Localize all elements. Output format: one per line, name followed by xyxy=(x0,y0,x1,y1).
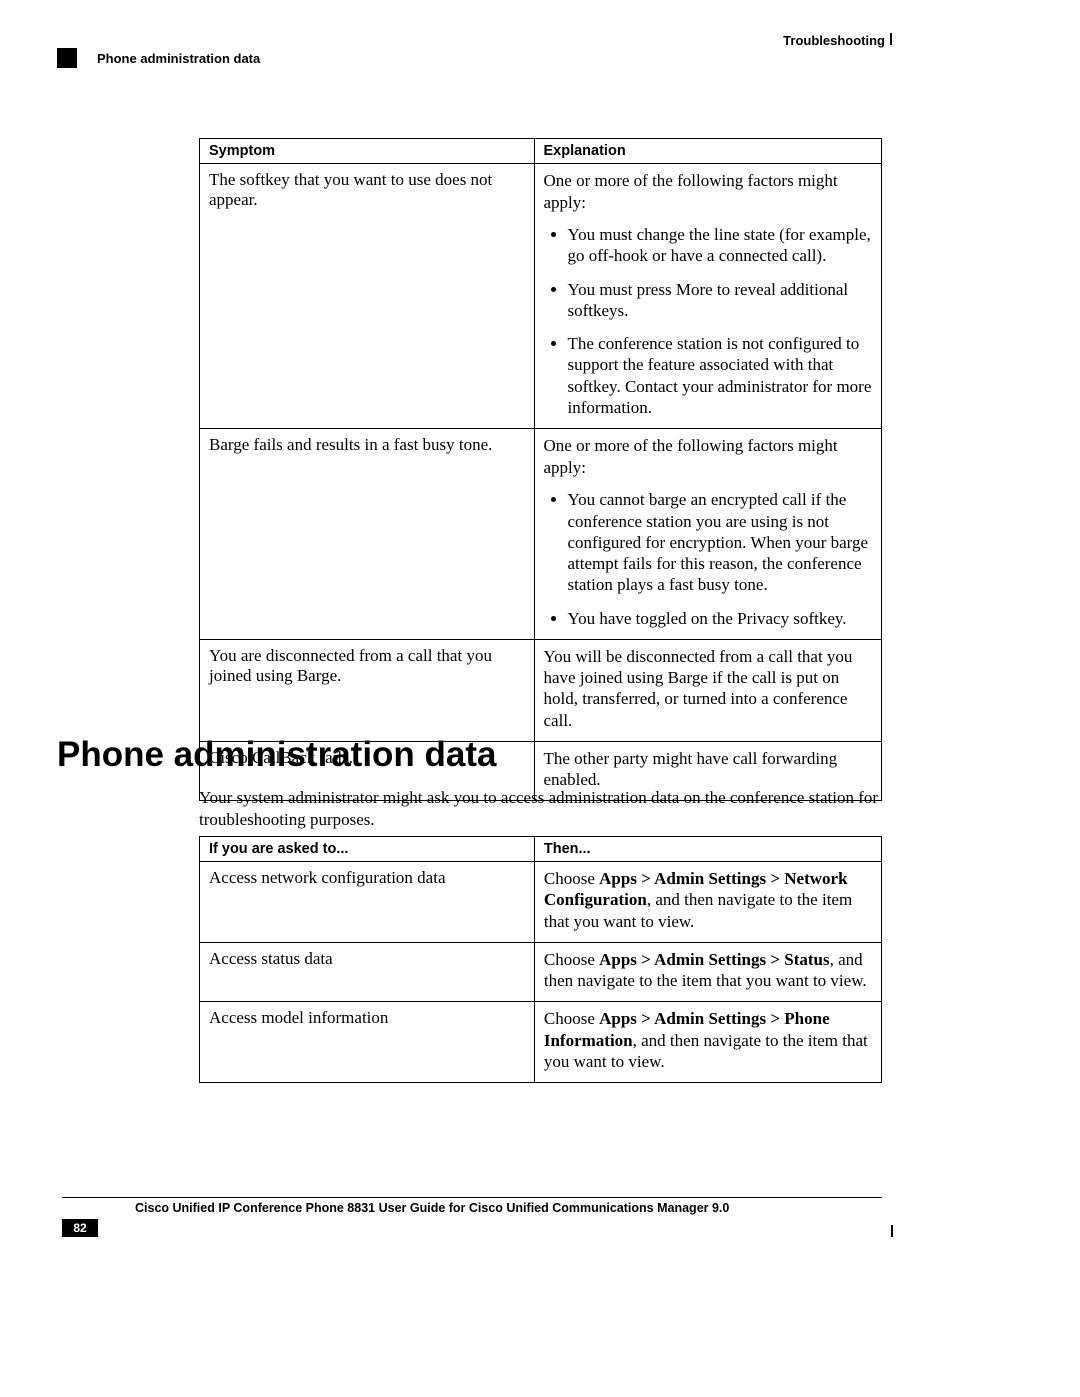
cell-symptom: You are disconnected from a call that yo… xyxy=(200,639,535,741)
header-section: Phone administration data xyxy=(97,51,260,66)
list-item: You have toggled on the Privacy softkey. xyxy=(568,608,873,629)
page: Troubleshooting Phone administration dat… xyxy=(0,0,1080,1397)
explanation-text: The other party might have call forwardi… xyxy=(544,748,873,791)
table-row: You are disconnected from a call that yo… xyxy=(200,639,882,741)
intro-paragraph: Your system administrator might ask you … xyxy=(199,787,879,831)
table-header-row: If you are asked to... Then... xyxy=(200,837,882,862)
explanation-list: You cannot barge an encrypted call if th… xyxy=(544,489,873,629)
cell-task: Access model information xyxy=(200,1002,535,1083)
explanation-intro: One or more of the following factors mig… xyxy=(544,170,873,214)
cell-then: Choose Apps > Admin Settings > Status, a… xyxy=(534,942,881,1002)
footer-title: Cisco Unified IP Conference Phone 8831 U… xyxy=(135,1201,729,1215)
explanation-list: You must change the line state (for exam… xyxy=(544,224,873,418)
th-explanation: Explanation xyxy=(534,139,882,164)
table-row: The softkey that you want to use does no… xyxy=(200,164,882,429)
th-then: Then... xyxy=(534,837,881,862)
cell-symptom: Barge fails and results in a fast busy t… xyxy=(200,429,535,640)
cell-explanation: One or more of the following factors mig… xyxy=(534,164,882,429)
cell-task: Access network configuration data xyxy=(200,862,535,943)
explanation-intro: One or more of the following factors mig… xyxy=(544,435,873,479)
header-chapter: Troubleshooting xyxy=(783,33,885,48)
list-item: You must press More to reveal additional… xyxy=(568,279,873,322)
th-symptom: Symptom xyxy=(200,139,535,164)
then-pre: Choose xyxy=(544,950,599,969)
cell-explanation: One or more of the following factors mig… xyxy=(534,429,882,640)
admin-data-table: If you are asked to... Then... Access ne… xyxy=(199,836,882,1083)
page-title: Phone administration data xyxy=(57,735,497,775)
footer-side-marker xyxy=(891,1225,893,1237)
cell-explanation: You will be disconnected from a call tha… xyxy=(534,639,882,741)
table-row: Access status data Choose Apps > Admin S… xyxy=(200,942,882,1002)
table-row: Access model information Choose Apps > A… xyxy=(200,1002,882,1083)
then-pre: Choose xyxy=(544,1009,599,1028)
table-header-row: Symptom Explanation xyxy=(200,139,882,164)
page-number: 82 xyxy=(62,1219,98,1237)
cell-then: Choose Apps > Admin Settings > Network C… xyxy=(534,862,881,943)
table-row: Access network configuration data Choose… xyxy=(200,862,882,943)
then-path: Apps > Admin Settings > Status xyxy=(599,950,830,969)
list-item: The conference station is not configured… xyxy=(568,333,873,418)
then-pre: Choose xyxy=(544,869,599,888)
header-square-marker xyxy=(57,48,77,68)
troubleshooting-table: Symptom Explanation The softkey that you… xyxy=(199,138,882,801)
cell-symptom: The softkey that you want to use does no… xyxy=(200,164,535,429)
table-row: Barge fails and results in a fast busy t… xyxy=(200,429,882,640)
footer-rule xyxy=(62,1197,882,1198)
list-item: You must change the line state (for exam… xyxy=(568,224,873,267)
explanation-text: You will be disconnected from a call tha… xyxy=(544,646,873,731)
th-task: If you are asked to... xyxy=(200,837,535,862)
list-item: You cannot barge an encrypted call if th… xyxy=(568,489,873,595)
cell-task: Access status data xyxy=(200,942,535,1002)
cell-then: Choose Apps > Admin Settings > Phone Inf… xyxy=(534,1002,881,1083)
header-rule-marker xyxy=(890,33,892,45)
